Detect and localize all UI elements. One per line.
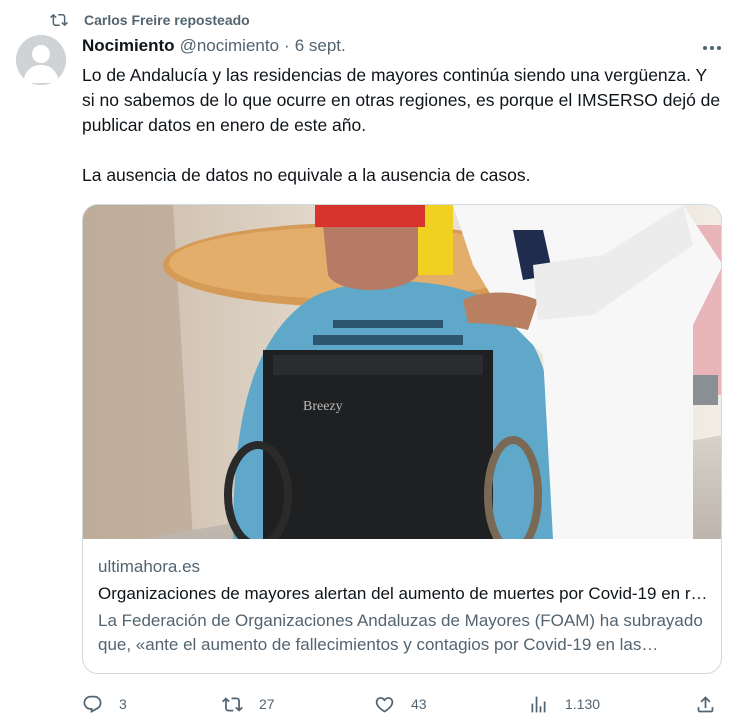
separator-dot: ·: [284, 36, 290, 55]
tweet-paragraph: Lo de Andalucía y las residencias de may…: [82, 65, 721, 135]
share-button[interactable]: [695, 692, 716, 716]
card-domain: ultimahora.es: [98, 557, 201, 576]
tweet-date[interactable]: 6 sept.: [295, 36, 346, 56]
views-button[interactable]: 1.130: [528, 692, 600, 716]
heart-icon: [375, 696, 394, 713]
repost-button[interactable]: 27: [222, 692, 275, 716]
card-title[interactable]: Organizaciones de mayores alertan del au…: [98, 582, 708, 606]
reply-button[interactable]: 3: [82, 692, 127, 716]
action-bar: 3 27 43 1.130: [82, 692, 724, 716]
like-count: 43: [411, 696, 427, 712]
tweet-header: Nocimiento @nocimiento · 6 sept.: [82, 36, 346, 56]
like-button[interactable]: 43: [374, 692, 427, 716]
more-options-button[interactable]: [700, 38, 724, 58]
card-description: La Federación de Organizaciones Andaluza…: [98, 611, 703, 654]
views-count: 1.130: [565, 696, 601, 712]
repost-icon: [50, 13, 68, 27]
default-avatar-icon: [16, 35, 66, 85]
tweet-paragraph: La ausencia de datos no equivale a la au…: [82, 165, 531, 185]
views-icon: [531, 696, 546, 712]
repost-icon: [222, 696, 243, 712]
link-card[interactable]: Breezy ultimahora.es Organizaciones de m…: [82, 204, 722, 674]
repost-indicator[interactable]: Carlos Freire reposteado: [50, 10, 250, 30]
reply-count: 3: [119, 696, 127, 712]
share-icon: [697, 695, 714, 712]
card-photo: Breezy: [83, 205, 721, 539]
tweet[interactable]: Carlos Freire reposteado Nocimiento @noc…: [0, 0, 746, 728]
author-name[interactable]: Nocimiento: [82, 36, 175, 56]
avatar[interactable]: [16, 35, 66, 85]
author-handle[interactable]: @nocimiento: [180, 36, 279, 56]
card-body: ultimahora.es Organizaciones de mayores …: [98, 555, 708, 657]
repost-text: Carlos Freire reposteado: [84, 12, 250, 28]
svg-text:Breezy: Breezy: [303, 399, 343, 414]
card-image[interactable]: Breezy: [83, 205, 721, 539]
tweet-text: Lo de Andalucía y las residencias de may…: [82, 63, 722, 188]
reply-icon: [83, 695, 102, 713]
repost-count: 27: [259, 696, 275, 712]
more-icon: [703, 46, 721, 50]
